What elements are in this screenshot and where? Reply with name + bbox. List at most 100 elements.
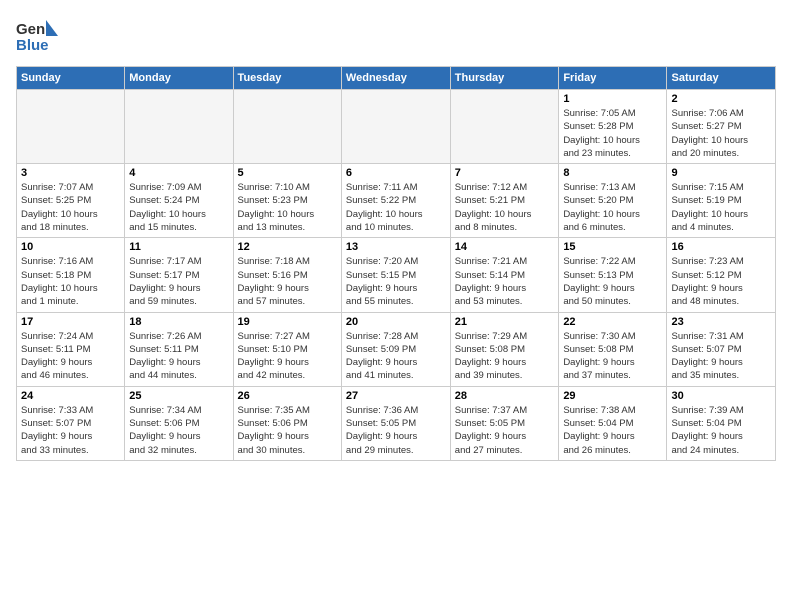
calendar-cell: 25 Sunrise: 7:34 AM Sunset: 5:06 PM Dayli… xyxy=(125,386,233,460)
calendar-cell xyxy=(17,90,125,164)
day-info: Sunrise: 7:07 AM Sunset: 5:25 PM Dayligh… xyxy=(21,181,120,234)
day-info: Sunrise: 7:33 AM Sunset: 5:07 PM Dayligh… xyxy=(21,404,120,457)
day-number: 23 xyxy=(671,316,771,328)
day-number: 29 xyxy=(563,390,662,402)
day-info: Sunrise: 7:30 AM Sunset: 5:08 PM Dayligh… xyxy=(563,330,662,383)
day-number: 12 xyxy=(238,241,337,253)
day-number: 13 xyxy=(346,241,446,253)
weekday-header-tuesday: Tuesday xyxy=(233,67,341,90)
day-info: Sunrise: 7:15 AM Sunset: 5:19 PM Dayligh… xyxy=(671,181,771,234)
logo-svg: GenBlue xyxy=(16,16,58,58)
day-number: 1 xyxy=(563,93,662,105)
day-number: 2 xyxy=(671,93,771,105)
calendar-cell: 21 Sunrise: 7:29 AM Sunset: 5:08 PM Dayli… xyxy=(450,312,559,386)
calendar-cell: 18Sunrise: 7:26 AM Sunset: 5:11 PM Dayli… xyxy=(125,312,233,386)
day-number: 19 xyxy=(238,316,337,328)
calendar-cell: 2 Sunrise: 7:06 AM Sunset: 5:27 PM Daylig… xyxy=(667,90,776,164)
weekday-header-monday: Monday xyxy=(125,67,233,90)
day-info: Sunrise: 7:18 AM Sunset: 5:16 PM Dayligh… xyxy=(238,255,337,308)
calendar-cell xyxy=(233,90,341,164)
day-info: Sunrise: 7:21 AM Sunset: 5:14 PM Dayligh… xyxy=(455,255,555,308)
calendar-cell: 11 Sunrise: 7:17 AM Sunset: 5:17 PM Dayli… xyxy=(125,238,233,312)
calendar-cell: 23Sunrise: 7:31 AM Sunset: 5:07 PM Dayli… xyxy=(667,312,776,386)
calendar: SundayMondayTuesdayWednesdayThursdayFrid… xyxy=(16,66,776,461)
calendar-cell: 22 Sunrise: 7:30 AM Sunset: 5:08 PM Dayli… xyxy=(559,312,667,386)
day-number: 6 xyxy=(346,167,446,179)
day-info: Sunrise: 7:12 AM Sunset: 5:21 PM Dayligh… xyxy=(455,181,555,234)
calendar-cell: 29 Sunrise: 7:38 AM Sunset: 5:04 PM Dayli… xyxy=(559,386,667,460)
day-number: 11 xyxy=(129,241,228,253)
weekday-header-row: SundayMondayTuesdayWednesdayThursdayFrid… xyxy=(17,67,776,90)
day-info: Sunrise: 7:17 AM Sunset: 5:17 PM Dayligh… xyxy=(129,255,228,308)
day-number: 9 xyxy=(671,167,771,179)
week-row-2: 3 Sunrise: 7:07 AM Sunset: 5:25 PM Daylig… xyxy=(17,164,776,238)
calendar-cell: 30 Sunrise: 7:39 AM Sunset: 5:04 PM Dayli… xyxy=(667,386,776,460)
calendar-cell: 7Sunrise: 7:12 AM Sunset: 5:21 PM Daylig… xyxy=(450,164,559,238)
calendar-cell: 16 Sunrise: 7:23 AM Sunset: 5:12 PM Dayli… xyxy=(667,238,776,312)
day-info: Sunrise: 7:37 AM Sunset: 5:05 PM Dayligh… xyxy=(455,404,555,457)
day-number: 25 xyxy=(129,390,228,402)
day-info: Sunrise: 7:10 AM Sunset: 5:23 PM Dayligh… xyxy=(238,181,337,234)
day-info: Sunrise: 7:06 AM Sunset: 5:27 PM Dayligh… xyxy=(671,107,771,160)
calendar-cell: 28 Sunrise: 7:37 AM Sunset: 5:05 PM Dayli… xyxy=(450,386,559,460)
day-number: 4 xyxy=(129,167,228,179)
calendar-cell: 26Sunrise: 7:35 AM Sunset: 5:06 PM Dayli… xyxy=(233,386,341,460)
day-info: Sunrise: 7:29 AM Sunset: 5:08 PM Dayligh… xyxy=(455,330,555,383)
calendar-cell xyxy=(341,90,450,164)
day-info: Sunrise: 7:22 AM Sunset: 5:13 PM Dayligh… xyxy=(563,255,662,308)
day-number: 21 xyxy=(455,316,555,328)
day-number: 28 xyxy=(455,390,555,402)
calendar-cell: 20 Sunrise: 7:28 AM Sunset: 5:09 PM Dayli… xyxy=(341,312,450,386)
day-info: Sunrise: 7:11 AM Sunset: 5:22 PM Dayligh… xyxy=(346,181,446,234)
weekday-header-sunday: Sunday xyxy=(17,67,125,90)
calendar-cell: 1Sunrise: 7:05 AM Sunset: 5:28 PM Daylig… xyxy=(559,90,667,164)
day-info: Sunrise: 7:24 AM Sunset: 5:11 PM Dayligh… xyxy=(21,330,120,383)
calendar-cell: 9 Sunrise: 7:15 AM Sunset: 5:19 PM Daylig… xyxy=(667,164,776,238)
day-info: Sunrise: 7:20 AM Sunset: 5:15 PM Dayligh… xyxy=(346,255,446,308)
day-info: Sunrise: 7:16 AM Sunset: 5:18 PM Dayligh… xyxy=(21,255,120,308)
calendar-cell xyxy=(125,90,233,164)
day-number: 14 xyxy=(455,241,555,253)
svg-text:Gen: Gen xyxy=(16,21,45,38)
calendar-cell: 6 Sunrise: 7:11 AM Sunset: 5:22 PM Daylig… xyxy=(341,164,450,238)
calendar-cell: 19 Sunrise: 7:27 AM Sunset: 5:10 PM Dayli… xyxy=(233,312,341,386)
day-info: Sunrise: 7:13 AM Sunset: 5:20 PM Dayligh… xyxy=(563,181,662,234)
day-number: 22 xyxy=(563,316,662,328)
day-number: 24 xyxy=(21,390,120,402)
day-info: Sunrise: 7:38 AM Sunset: 5:04 PM Dayligh… xyxy=(563,404,662,457)
day-number: 27 xyxy=(346,390,446,402)
weekday-header-wednesday: Wednesday xyxy=(341,67,450,90)
calendar-cell: 3 Sunrise: 7:07 AM Sunset: 5:25 PM Daylig… xyxy=(17,164,125,238)
calendar-cell: 17 Sunrise: 7:24 AM Sunset: 5:11 PM Dayli… xyxy=(17,312,125,386)
day-info: Sunrise: 7:28 AM Sunset: 5:09 PM Dayligh… xyxy=(346,330,446,383)
week-row-3: 10Sunrise: 7:16 AM Sunset: 5:18 PM Dayli… xyxy=(17,238,776,312)
day-number: 30 xyxy=(671,390,771,402)
week-row-4: 17 Sunrise: 7:24 AM Sunset: 5:11 PM Dayli… xyxy=(17,312,776,386)
day-number: 3 xyxy=(21,167,120,179)
header: GenBlue xyxy=(16,16,776,58)
calendar-cell: 14 Sunrise: 7:21 AM Sunset: 5:14 PM Dayli… xyxy=(450,238,559,312)
day-info: Sunrise: 7:23 AM Sunset: 5:12 PM Dayligh… xyxy=(671,255,771,308)
calendar-cell: 8 Sunrise: 7:13 AM Sunset: 5:20 PM Daylig… xyxy=(559,164,667,238)
calendar-cell: 27 Sunrise: 7:36 AM Sunset: 5:05 PM Dayli… xyxy=(341,386,450,460)
logo: GenBlue xyxy=(16,16,58,58)
day-info: Sunrise: 7:09 AM Sunset: 5:24 PM Dayligh… xyxy=(129,181,228,234)
calendar-cell: 24 Sunrise: 7:33 AM Sunset: 5:07 PM Dayli… xyxy=(17,386,125,460)
day-number: 16 xyxy=(671,241,771,253)
day-info: Sunrise: 7:27 AM Sunset: 5:10 PM Dayligh… xyxy=(238,330,337,383)
day-info: Sunrise: 7:39 AM Sunset: 5:04 PM Dayligh… xyxy=(671,404,771,457)
day-number: 8 xyxy=(563,167,662,179)
week-row-1: 1Sunrise: 7:05 AM Sunset: 5:28 PM Daylig… xyxy=(17,90,776,164)
weekday-header-thursday: Thursday xyxy=(450,67,559,90)
calendar-cell: 13 Sunrise: 7:20 AM Sunset: 5:15 PM Dayli… xyxy=(341,238,450,312)
calendar-cell: 5Sunrise: 7:10 AM Sunset: 5:23 PM Daylig… xyxy=(233,164,341,238)
calendar-cell: 12 Sunrise: 7:18 AM Sunset: 5:16 PM Dayli… xyxy=(233,238,341,312)
day-number: 17 xyxy=(21,316,120,328)
day-info: Sunrise: 7:34 AM Sunset: 5:06 PM Dayligh… xyxy=(129,404,228,457)
calendar-cell: 15Sunrise: 7:22 AM Sunset: 5:13 PM Dayli… xyxy=(559,238,667,312)
day-info: Sunrise: 7:36 AM Sunset: 5:05 PM Dayligh… xyxy=(346,404,446,457)
day-number: 18 xyxy=(129,316,228,328)
day-number: 20 xyxy=(346,316,446,328)
calendar-cell: 4 Sunrise: 7:09 AM Sunset: 5:24 PM Daylig… xyxy=(125,164,233,238)
calendar-cell: 10Sunrise: 7:16 AM Sunset: 5:18 PM Dayli… xyxy=(17,238,125,312)
